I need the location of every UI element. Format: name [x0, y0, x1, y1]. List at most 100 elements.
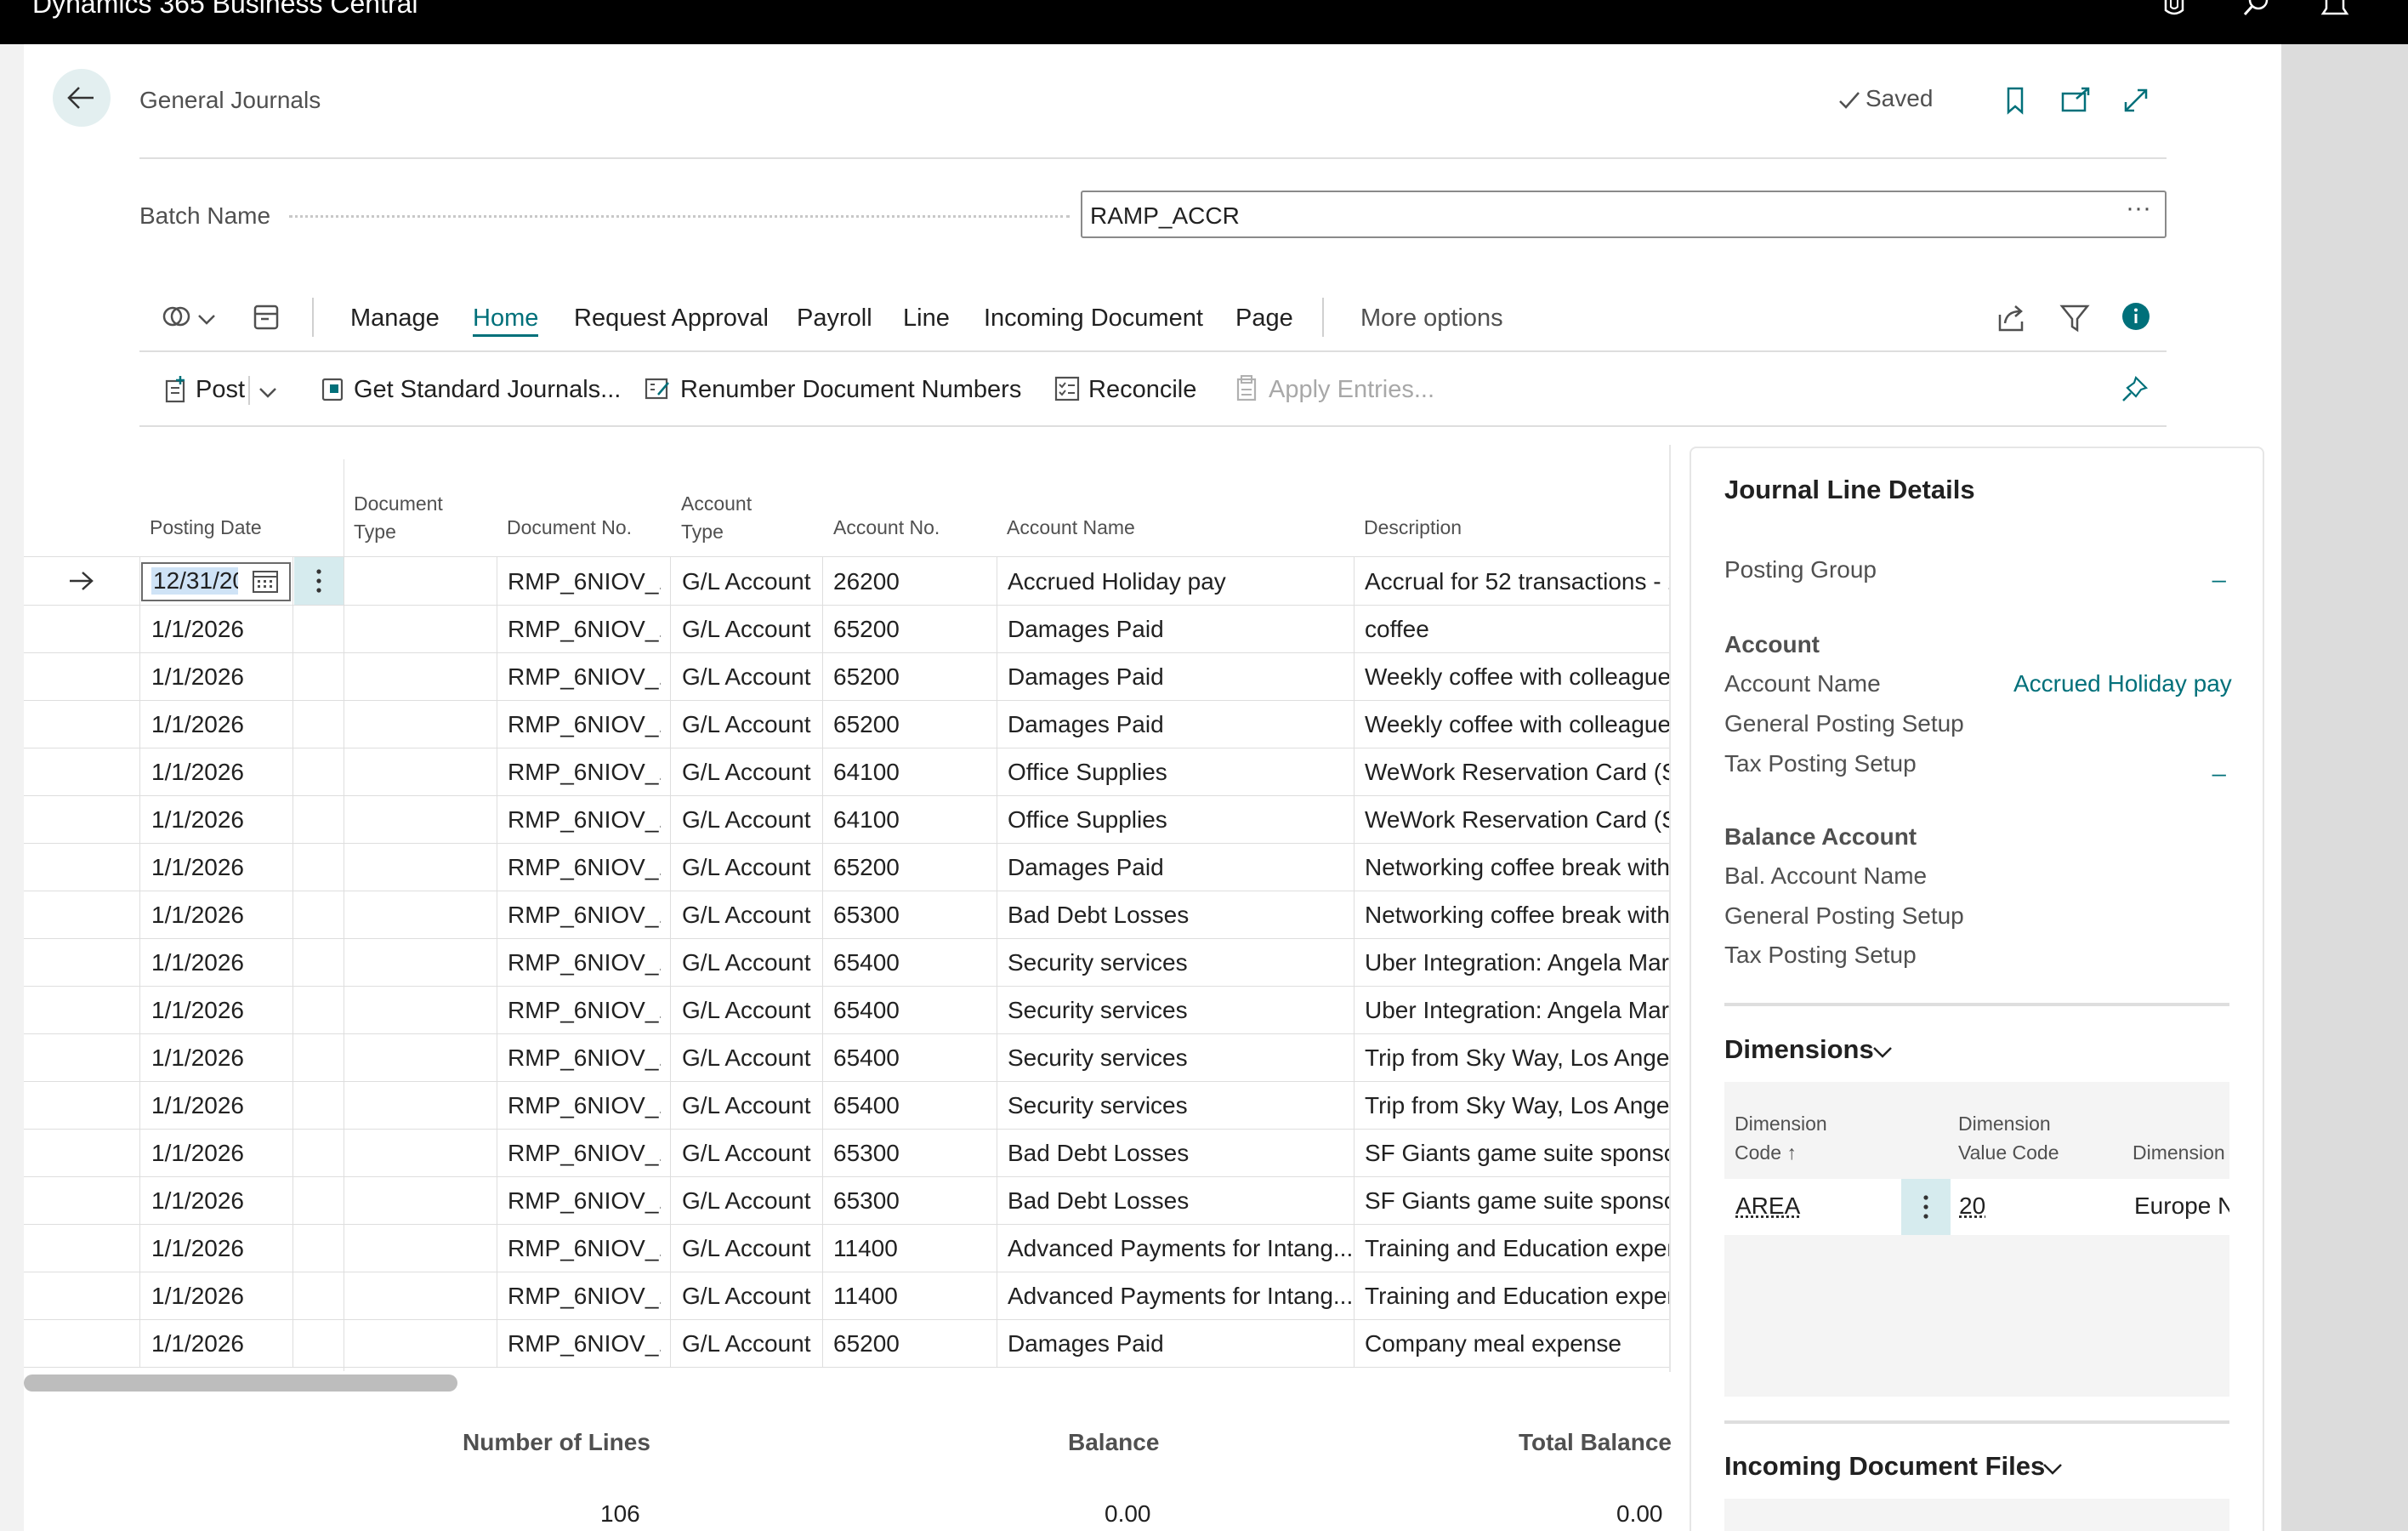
menu-incoming-document[interactable]: Incoming Document	[984, 304, 1203, 333]
cell-account-name[interactable]: Damages Paid	[1008, 1330, 1352, 1357]
cell-description[interactable]: coffee	[1365, 616, 1669, 643]
cell-document-no[interactable]: RMP_6NIOV_1	[508, 1330, 661, 1357]
bell-icon[interactable]	[2316, 0, 2354, 24]
incoming-document-files-title[interactable]: Incoming Document Files	[1724, 1451, 2045, 1482]
cell-description[interactable]: Weekly coffee with colleagues	[1365, 711, 1669, 738]
cell-account-no[interactable]: 64100	[833, 806, 986, 834]
menu-home[interactable]: Home	[473, 304, 539, 337]
cell-document-no[interactable]: RMP_6NIOV_1	[508, 949, 661, 976]
cell-document-no[interactable]: RMP_6NIOV_1	[508, 1092, 661, 1119]
cell-document-no[interactable]: RMP_6NIOV_1	[508, 997, 661, 1024]
cell-document-no[interactable]: RMP_6NIOV_1	[508, 1235, 661, 1262]
cell-account-no[interactable]: 65200	[833, 1330, 986, 1357]
cell-account-no[interactable]: 64100	[833, 759, 986, 786]
back-button[interactable]	[53, 69, 111, 127]
cell-account-type[interactable]: G/L Account	[682, 1235, 818, 1262]
cell-account-type[interactable]: G/L Account	[682, 949, 818, 976]
chevron-down-icon[interactable]	[2041, 1456, 2064, 1480]
cell-posting-date[interactable]: 1/1/2026	[151, 1235, 279, 1262]
cell-posting-date[interactable]: 1/1/2026	[151, 711, 279, 738]
chevron-down-icon[interactable]	[196, 308, 218, 330]
horizontal-scrollbar[interactable]	[24, 1374, 457, 1392]
cell-document-no[interactable]: RMP_6NIOV_1	[508, 759, 661, 786]
cell-description[interactable]: WeWork Reservation Card (Sl	[1365, 759, 1669, 786]
dimensions-title[interactable]: Dimensions	[1724, 1034, 1874, 1065]
menu-request-approval[interactable]: Request Approval	[574, 304, 769, 333]
cell-posting-date[interactable]: 1/1/2026	[151, 1044, 279, 1072]
cell-description[interactable]: Training and Education expenses	[1365, 1283, 1669, 1310]
filter-icon[interactable]	[2058, 301, 2092, 335]
cell-account-type[interactable]: G/L Account	[682, 1044, 818, 1072]
cell-description[interactable]: Company meal expense	[1365, 1330, 1669, 1357]
menu-more-options[interactable]: More options	[1360, 304, 1503, 333]
cell-account-name[interactable]: Security services	[1008, 949, 1352, 976]
copilot-icon[interactable]	[2155, 0, 2193, 24]
dimension-row-actions[interactable]	[1901, 1179, 1951, 1235]
cell-account-no[interactable]: 11400	[833, 1283, 986, 1310]
info-icon[interactable]	[2119, 301, 2153, 335]
get-standard-journals-button[interactable]: Get Standard Journals...	[354, 376, 621, 404]
calendar-icon[interactable]	[251, 566, 280, 595]
header-description[interactable]: Description	[1364, 514, 1462, 542]
cell-description[interactable]: Uber Integration: Angela Mar	[1365, 949, 1669, 976]
cell-account-type[interactable]: G/L Account	[682, 902, 818, 929]
chevron-down-icon[interactable]	[257, 381, 279, 403]
cell-account-no[interactable]: 65200	[833, 854, 986, 881]
cell-posting-date[interactable]: 1/1/2026	[151, 949, 279, 976]
pin-icon[interactable]	[2119, 374, 2150, 405]
cell-description[interactable]: Accrual for 52 transactions - 2025	[1365, 568, 1669, 595]
dimension-code-link[interactable]: AREA	[1735, 1192, 1800, 1220]
search-icon[interactable]	[2236, 0, 2274, 24]
dim-header-value-code[interactable]: Dimension Value Code	[1958, 1109, 2059, 1167]
cell-account-name[interactable]: Bad Debt Losses	[1008, 1187, 1352, 1215]
cell-account-no[interactable]: 11400	[833, 1235, 986, 1262]
copilot-menu-icon[interactable]	[160, 301, 194, 335]
cell-account-no[interactable]: 65400	[833, 1044, 986, 1072]
cell-description[interactable]: SF Giants game suite sponsor	[1365, 1140, 1669, 1167]
cell-account-name[interactable]: Bad Debt Losses	[1008, 902, 1352, 929]
cell-account-no[interactable]: 65400	[833, 997, 986, 1024]
cell-account-type[interactable]: G/L Account	[682, 663, 818, 691]
cell-posting-date[interactable]: 1/1/2026	[151, 663, 279, 691]
dim-header-code[interactable]: Dimension Code ↑	[1735, 1109, 1827, 1167]
cell-account-name[interactable]: Damages Paid	[1008, 616, 1352, 643]
cell-account-name[interactable]: Office Supplies	[1008, 806, 1352, 834]
header-document-no[interactable]: Document No.	[507, 514, 632, 542]
cell-account-no[interactable]: 65300	[833, 902, 986, 929]
cell-account-type[interactable]: G/L Account	[682, 616, 818, 643]
cell-posting-date[interactable]: 1/1/2026	[151, 806, 279, 834]
reconcile-button[interactable]: Reconcile	[1088, 376, 1196, 404]
apply-entries-button[interactable]: Apply Entries...	[1269, 376, 1434, 404]
cell-document-no[interactable]: RMP_6NIOV_1	[508, 711, 661, 738]
menu-page[interactable]: Page	[1235, 304, 1293, 333]
cell-account-no[interactable]: 65200	[833, 616, 986, 643]
cell-description[interactable]: Uber Integration: Angela Mar	[1365, 997, 1669, 1024]
cell-account-type[interactable]: G/L Account	[682, 854, 818, 881]
post-button[interactable]: Post	[196, 376, 245, 404]
cell-document-no[interactable]: RMP_6NIOV_1	[508, 1140, 661, 1167]
cell-description[interactable]: Networking coffee break with	[1365, 902, 1669, 929]
posting-group-value[interactable]: _	[2212, 556, 2226, 583]
cell-document-no[interactable]: RMP_6NIOV_1	[508, 806, 661, 834]
cell-document-no[interactable]: RMP_6NIOV_1	[508, 854, 661, 881]
cell-posting-date[interactable]: 1/1/2026	[151, 1092, 279, 1119]
account-name-link[interactable]: Accrued Holiday pay	[2013, 670, 2232, 697]
menu-payroll[interactable]: Payroll	[797, 304, 872, 333]
cell-account-name[interactable]: Damages Paid	[1008, 663, 1352, 691]
cell-account-name[interactable]: Office Supplies	[1008, 759, 1352, 786]
cell-account-name[interactable]: Advanced Payments for Intang...	[1008, 1283, 1352, 1310]
cell-posting-date[interactable]: 1/1/2026	[151, 1140, 279, 1167]
cell-account-name[interactable]: Damages Paid	[1008, 854, 1352, 881]
cell-posting-date[interactable]: 1/1/2026	[151, 997, 279, 1024]
cell-description[interactable]: WeWork Reservation Card (Sl	[1365, 806, 1669, 834]
cell-account-no[interactable]: 65300	[833, 1187, 986, 1215]
header-account-no[interactable]: Account No.	[833, 514, 940, 542]
expand-icon[interactable]	[2119, 83, 2153, 117]
cell-account-type[interactable]: G/L Account	[682, 1283, 818, 1310]
cell-posting-date[interactable]: 1/1/2026	[151, 1187, 279, 1215]
cell-account-type[interactable]: G/L Account	[682, 568, 818, 595]
dimension-value-link[interactable]: 20	[1959, 1192, 1985, 1220]
cell-account-no[interactable]: 65200	[833, 663, 986, 691]
cell-account-name[interactable]: Security services	[1008, 997, 1352, 1024]
cell-document-no[interactable]: RMP_6NIOV_1	[508, 616, 661, 643]
